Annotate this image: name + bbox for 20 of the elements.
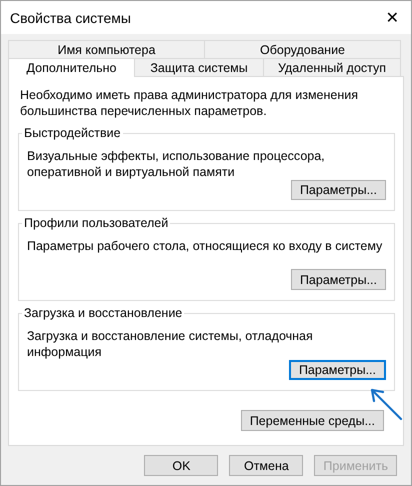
admin-notice: Необходимо иметь права администратора для изменения большинства перечисленных параметров. (20, 87, 360, 119)
settings-button[interactable]: Параметры... (288, 360, 386, 380)
dialog-button[interactable]: Отмена (229, 455, 304, 476)
tab[interactable]: Имя компьютера (8, 40, 205, 58)
tab[interactable]: Удаленный доступ (263, 58, 401, 76)
group-description: Визуальные эффекты, использование процессора, оперативной и виртуальной памяти (27, 148, 326, 180)
group-title: Загрузка и восстановление (22, 306, 184, 320)
tab[interactable]: Защита системы (134, 58, 264, 76)
environment-variables-button[interactable]: Переменные среды... (240, 410, 384, 431)
group-description: Параметры рабочего стола, относящиеся ко входу в систему (27, 238, 384, 255)
tab[interactable]: Оборудование (204, 40, 401, 58)
group-title: Быстродействие (22, 126, 123, 140)
settings-button[interactable]: Параметры... (290, 269, 386, 290)
close-button[interactable]: ✕ (382, 8, 403, 27)
settings-button[interactable]: Параметры... (290, 180, 386, 200)
group-description: Загрузка и восстановление системы, отладочная информация (27, 328, 314, 360)
group-title: Профили пользователей (22, 216, 170, 230)
window-title: Свойства системы (10, 10, 131, 26)
tab[interactable]: Дополнительно (8, 58, 136, 77)
dialog-button[interactable]: OK (144, 455, 218, 476)
